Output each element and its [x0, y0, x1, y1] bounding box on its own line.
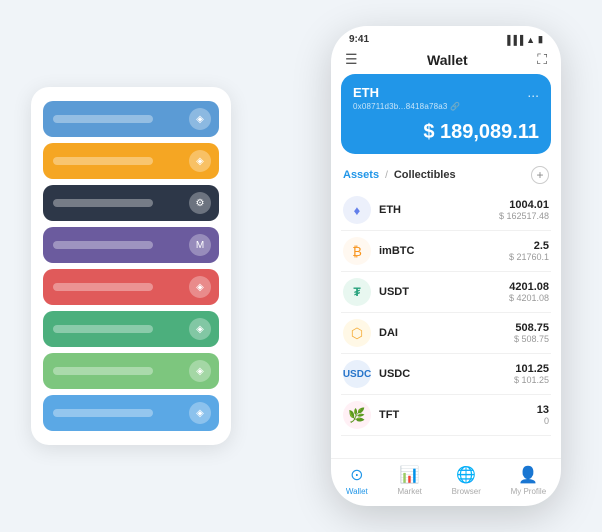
- signal-icon: ▐▐▐: [504, 35, 523, 45]
- card-label-1: [53, 115, 153, 123]
- card-icon-1: ◈: [189, 108, 211, 130]
- tft-usd: 0: [537, 416, 549, 426]
- nav-wallet[interactable]: ⊙ Wallet: [346, 465, 368, 496]
- nav-browser[interactable]: 🌐 Browser: [452, 465, 481, 496]
- tft-values: 13 0: [537, 404, 549, 426]
- card-label-2: [53, 157, 153, 165]
- tab-collectibles[interactable]: Collectibles: [394, 169, 456, 181]
- eth-card-name: ETH: [353, 85, 379, 100]
- card-icon-3: ⚙: [189, 192, 211, 214]
- usdc-name: USDC: [379, 368, 506, 380]
- phone: 9:41 ▐▐▐ ▲ ▮ ☰ Wallet ⛶ ETH ... 0x08711d…: [331, 26, 561, 506]
- eth-amount: 1004.01: [499, 199, 549, 211]
- scene: ◈ ◈ ⚙ M ◈ ◈ ◈ ◈: [21, 16, 581, 516]
- market-icon: 📊: [400, 465, 420, 485]
- dai-logo: ⬡: [343, 319, 371, 347]
- card-item-5[interactable]: ◈: [43, 269, 219, 305]
- card-icon-2: ◈: [189, 150, 211, 172]
- card-icon-8: ◈: [189, 402, 211, 424]
- assets-header: Assets / Collectibles +: [331, 162, 561, 190]
- tft-logo: 🌿: [343, 401, 371, 429]
- add-asset-button[interactable]: +: [531, 166, 549, 184]
- eth-card-balance: $ 189,089.11: [353, 121, 539, 144]
- eth-usd: $ 162517.48: [499, 211, 549, 221]
- tab-separator: /: [385, 170, 388, 181]
- nav-profile-label: My Profile: [511, 487, 547, 496]
- card-icon-5: ◈: [189, 276, 211, 298]
- wallet-icon: ⊙: [350, 465, 363, 485]
- card-item-3[interactable]: ⚙: [43, 185, 219, 221]
- nav-wallet-label: Wallet: [346, 487, 368, 496]
- card-item-7[interactable]: ◈: [43, 353, 219, 389]
- asset-list: ♦ ETH 1004.01 $ 162517.48 ₿ imBTC 2.5 $ …: [331, 190, 561, 458]
- assets-tabs: Assets / Collectibles: [343, 169, 456, 181]
- eth-name: ETH: [379, 204, 491, 216]
- imbtc-amount: 2.5: [509, 240, 549, 252]
- usdc-usd: $ 101.25: [514, 375, 549, 385]
- card-icon-7: ◈: [189, 360, 211, 382]
- nav-market[interactable]: 📊 Market: [397, 465, 421, 496]
- asset-row-usdt[interactable]: ₮ USDT 4201.08 $ 4201.08: [341, 272, 551, 313]
- usdt-name: USDT: [379, 286, 501, 298]
- usdc-values: 101.25 $ 101.25: [514, 363, 549, 385]
- imbtc-logo: ₿: [343, 237, 371, 265]
- eth-logo: ♦: [343, 196, 371, 224]
- usdt-values: 4201.08 $ 4201.08: [509, 281, 549, 303]
- card-label-8: [53, 409, 153, 417]
- card-item-2[interactable]: ◈: [43, 143, 219, 179]
- card-item-6[interactable]: ◈: [43, 311, 219, 347]
- card-stack: ◈ ◈ ⚙ M ◈ ◈ ◈ ◈: [31, 87, 231, 445]
- usdc-logo: USDC: [343, 360, 371, 388]
- imbtc-values: 2.5 $ 21760.1: [509, 240, 549, 262]
- asset-row-dai[interactable]: ⬡ DAI 508.75 $ 508.75: [341, 313, 551, 354]
- card-label-4: [53, 241, 153, 249]
- nav-browser-label: Browser: [452, 487, 481, 496]
- phone-nav: ⊙ Wallet 📊 Market 🌐 Browser 👤 My Profile: [331, 458, 561, 506]
- tab-assets[interactable]: Assets: [343, 169, 379, 181]
- status-time: 9:41: [349, 34, 369, 45]
- eth-card[interactable]: ETH ... 0x08711d3b...8418a78a3 🔗 $ 189,0…: [341, 74, 551, 154]
- usdt-usd: $ 4201.08: [509, 293, 549, 303]
- card-label-6: [53, 325, 153, 333]
- wifi-icon: ▲: [526, 35, 535, 45]
- nav-market-label: Market: [397, 487, 421, 496]
- asset-row-eth[interactable]: ♦ ETH 1004.01 $ 162517.48: [341, 190, 551, 231]
- tft-name: TFT: [379, 409, 529, 421]
- card-item-1[interactable]: ◈: [43, 101, 219, 137]
- card-label-7: [53, 367, 153, 375]
- profile-icon: 👤: [518, 465, 538, 485]
- status-bar: 9:41 ▐▐▐ ▲ ▮: [331, 26, 561, 47]
- card-item-8[interactable]: ◈: [43, 395, 219, 431]
- nav-profile[interactable]: 👤 My Profile: [511, 465, 547, 496]
- usdt-amount: 4201.08: [509, 281, 549, 293]
- card-item-4[interactable]: M: [43, 227, 219, 263]
- asset-row-usdc[interactable]: USDC USDC 101.25 $ 101.25: [341, 354, 551, 395]
- dai-values: 508.75 $ 508.75: [514, 322, 549, 344]
- status-icons: ▐▐▐ ▲ ▮: [504, 34, 543, 45]
- imbtc-name: imBTC: [379, 245, 501, 257]
- card-label-3: [53, 199, 153, 207]
- eth-card-header: ETH ...: [353, 84, 539, 100]
- battery-icon: ▮: [538, 34, 543, 45]
- asset-row-tft[interactable]: 🌿 TFT 13 0: [341, 395, 551, 436]
- dai-usd: $ 508.75: [514, 334, 549, 344]
- asset-row-imbtc[interactable]: ₿ imBTC 2.5 $ 21760.1: [341, 231, 551, 272]
- eth-card-more[interactable]: ...: [527, 84, 539, 100]
- card-label-5: [53, 283, 153, 291]
- page-title: Wallet: [427, 52, 468, 68]
- expand-icon[interactable]: ⛶: [537, 51, 547, 68]
- browser-icon: 🌐: [456, 465, 476, 485]
- eth-values: 1004.01 $ 162517.48: [499, 199, 549, 221]
- dai-amount: 508.75: [514, 322, 549, 334]
- hamburger-icon[interactable]: ☰: [345, 51, 358, 68]
- card-icon-4: M: [189, 234, 211, 256]
- usdt-logo: ₮: [343, 278, 371, 306]
- phone-header: ☰ Wallet ⛶: [331, 47, 561, 74]
- dai-name: DAI: [379, 327, 506, 339]
- eth-card-address: 0x08711d3b...8418a78a3 🔗: [353, 102, 539, 111]
- card-icon-6: ◈: [189, 318, 211, 340]
- tft-amount: 13: [537, 404, 549, 416]
- usdc-amount: 101.25: [514, 363, 549, 375]
- imbtc-usd: $ 21760.1: [509, 252, 549, 262]
